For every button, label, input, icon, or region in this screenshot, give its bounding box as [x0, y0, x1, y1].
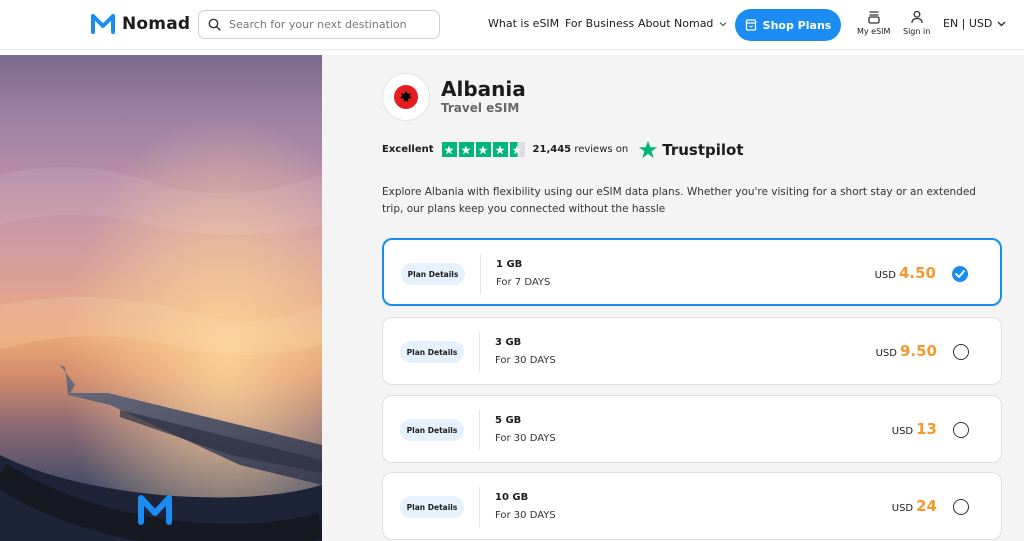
chevron-down-icon	[997, 21, 1006, 26]
trustpilot-review-count: 21,445	[532, 144, 572, 155]
flag-badge	[382, 73, 430, 121]
trustpilot-star-icon	[639, 140, 658, 159]
search-bar[interactable]	[198, 10, 440, 39]
plan-amount: 13	[916, 420, 937, 438]
top-navbar: Nomad What is eSIM For Business About No…	[0, 0, 1024, 50]
plan-details-button[interactable]: Plan Details	[400, 419, 464, 441]
trustpilot-brand: Trustpilot	[638, 140, 744, 159]
nomad-watermark-icon	[138, 495, 172, 525]
plan-price: USD 9.50	[876, 342, 937, 360]
language-currency-select[interactable]: EN | USD	[943, 17, 1006, 30]
plan-amount: 4.50	[898, 264, 936, 282]
plan-details-button[interactable]: Plan Details	[400, 341, 464, 363]
user-icon	[910, 10, 923, 24]
plan-radio[interactable]	[953, 422, 969, 438]
brand-name: Nomad	[122, 14, 191, 34]
plan-data-amount: 5 GB	[495, 415, 522, 426]
plan-data-amount: 1 GB	[496, 259, 523, 270]
store-icon	[745, 19, 757, 31]
plan-currency: USD	[874, 270, 896, 281]
star-icon	[475, 142, 491, 157]
plan-duration: For 7 DAYS	[496, 277, 551, 288]
my-esim-link[interactable]: My eSIM	[857, 10, 890, 36]
plan-data-amount: 10 GB	[495, 492, 529, 503]
plan-currency: USD	[875, 348, 897, 359]
signin-label: Sign in	[903, 27, 931, 36]
signin-link[interactable]: Sign in	[903, 10, 930, 36]
esim-card-icon	[868, 11, 880, 24]
plan-currency: USD	[891, 503, 914, 514]
plan-duration: For 30 DAYS	[495, 355, 556, 366]
plan-radio[interactable]	[953, 499, 969, 515]
plan-details-button[interactable]: Plan Details	[401, 263, 465, 285]
language-currency-label: EN | USD	[943, 17, 993, 30]
search-icon	[208, 18, 221, 31]
plan-divider	[479, 332, 480, 372]
nav-for-business[interactable]: For Business	[565, 17, 634, 30]
plan-details-button[interactable]: Plan Details	[400, 496, 464, 518]
plan-card-10gb[interactable]: Plan Details 10 GB For 30 DAYS USD 24	[382, 472, 1002, 540]
nav-about-nomad-label: About Nomad	[638, 17, 714, 30]
plan-divider	[479, 487, 480, 527]
checkmark-icon	[955, 270, 965, 278]
plan-amount: 24	[916, 497, 937, 515]
plan-price: USD 13	[892, 420, 937, 438]
plan-card-3gb[interactable]: Plan Details 3 GB For 30 DAYS USD 9.50	[382, 317, 1002, 385]
half-star-icon	[509, 142, 525, 157]
trustpilot-stars	[441, 142, 525, 157]
hero-airplane-sunset-image	[0, 55, 322, 541]
chevron-down-icon	[719, 21, 727, 26]
plan-card-1gb[interactable]: Plan Details 1 GB For 7 DAYS USD 4.50	[382, 238, 1002, 306]
trustpilot-review-text: 21,445 reviews on	[533, 144, 629, 155]
nomad-logo[interactable]: Nomad	[90, 12, 190, 36]
shop-plans-label: Shop Plans	[762, 18, 832, 32]
plan-divider	[480, 254, 481, 294]
trustpilot-brand-label: Trustpilot	[662, 140, 744, 159]
trustpilot-rating-text: Excellent	[382, 144, 434, 155]
my-esim-label: My eSIM	[857, 27, 891, 36]
star-icon	[458, 142, 474, 157]
plan-duration: For 30 DAYS	[495, 510, 556, 521]
search-input[interactable]	[229, 18, 429, 31]
star-icon	[492, 142, 508, 157]
albania-flag-icon	[394, 85, 418, 109]
airplane-wing-illustration	[0, 55, 322, 541]
product-description: Explore Albania with flexibility using o…	[382, 186, 976, 215]
nomad-logo-icon	[91, 14, 115, 34]
trustpilot-widget[interactable]: Excellent 21,445 reviews on Trustpilot	[382, 140, 744, 159]
plan-price: USD 4.50	[875, 264, 936, 282]
plan-price: USD 24	[892, 497, 937, 515]
country-title: Albania	[441, 77, 526, 101]
product-subtitle: Travel eSIM	[441, 101, 520, 115]
plan-data-amount: 3 GB	[495, 337, 522, 348]
plan-amount: 9.50	[899, 342, 937, 360]
plan-card-5gb[interactable]: Plan Details 5 GB For 30 DAYS USD 13	[382, 395, 1002, 463]
plan-duration: For 30 DAYS	[495, 433, 556, 444]
shop-plans-button[interactable]: Shop Plans	[735, 9, 841, 41]
nav-about-nomad[interactable]: About Nomad	[638, 17, 727, 30]
plan-divider	[479, 410, 480, 450]
nav-what-is-esim[interactable]: What is eSIM	[488, 17, 559, 30]
plan-radio[interactable]	[953, 344, 969, 360]
star-icon	[441, 142, 457, 157]
plan-currency: USD	[891, 426, 914, 437]
trustpilot-reviews-suffix: reviews on	[574, 144, 629, 155]
plan-radio-selected[interactable]	[952, 266, 968, 282]
